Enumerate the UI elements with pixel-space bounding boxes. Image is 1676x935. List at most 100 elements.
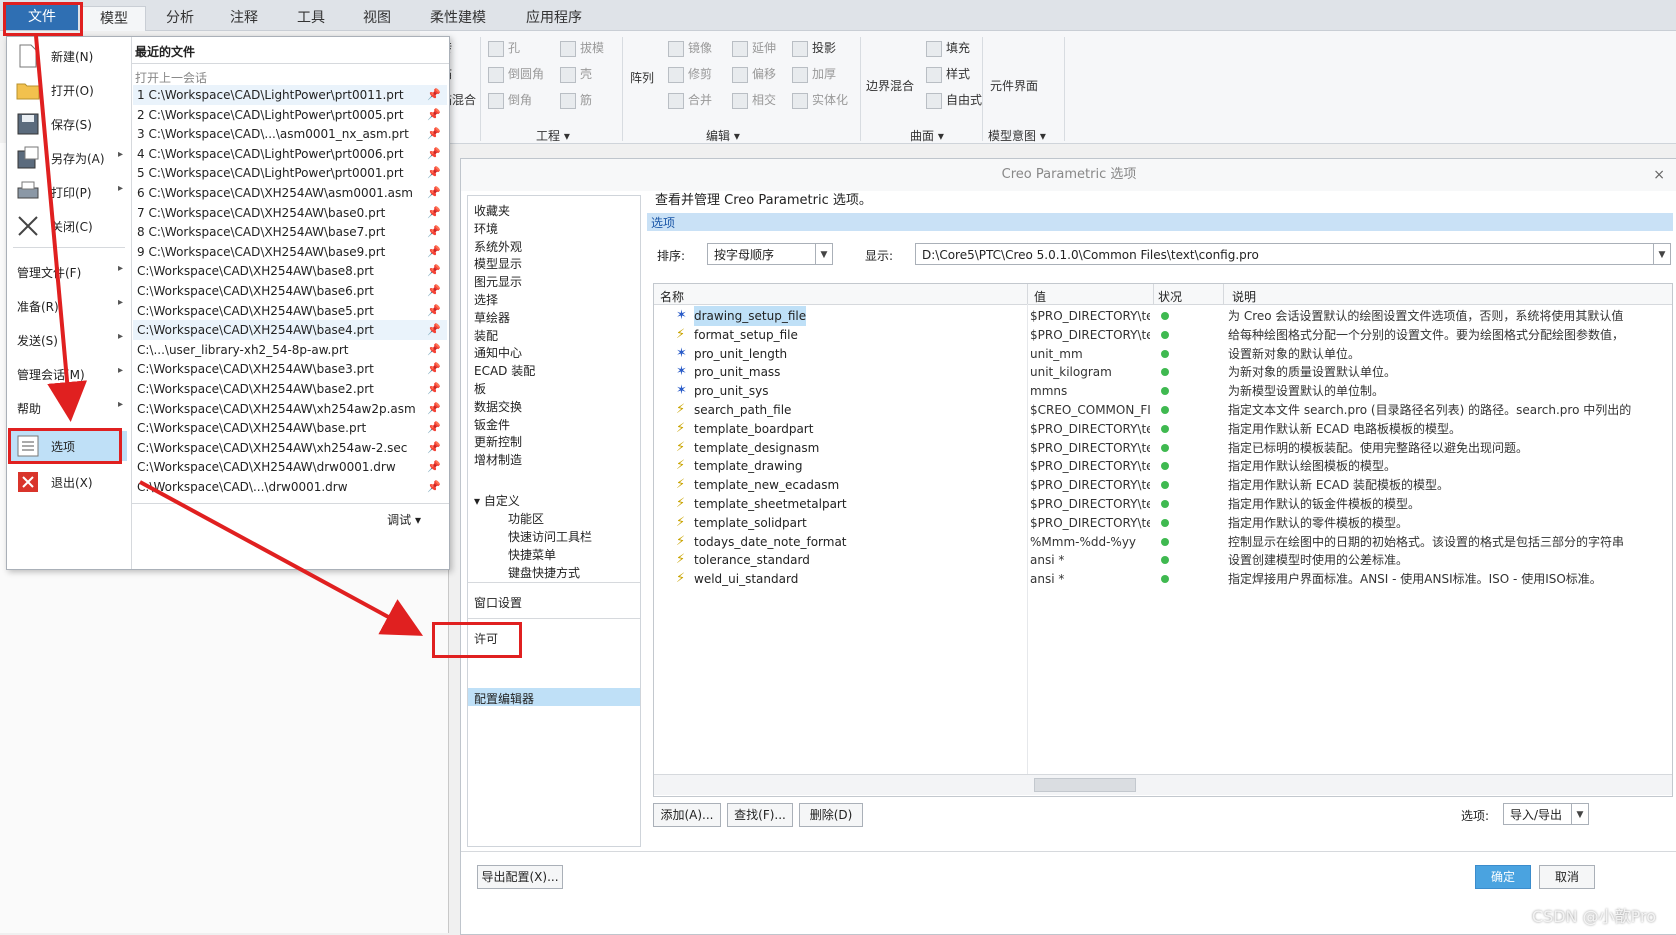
col-value[interactable]: 值	[1034, 288, 1046, 305]
open-last-session[interactable]: 打开上一会话	[135, 69, 207, 86]
nav-item[interactable]: 选择	[474, 291, 498, 308]
nav-config-editor[interactable]: 配置编辑器	[474, 690, 534, 707]
nav-custom[interactable]: ▾ 自定义	[474, 492, 520, 509]
tab-view[interactable]: 视图	[346, 6, 408, 30]
recent-file-item[interactable]: 2 C:\Workspace\CAD\LightPower\prt0005.pr…	[133, 105, 447, 125]
pin-icon[interactable]: 📌	[427, 320, 441, 340]
pin-icon[interactable]: 📌	[427, 457, 441, 477]
pattern-button[interactable]: 阵列	[630, 69, 654, 86]
recent-file-item[interactable]: C:\Workspace\CAD\XH254AW\base2.prt 📌	[133, 379, 447, 399]
tab-tools[interactable]: 工具	[280, 6, 342, 30]
recent-file-item[interactable]: 3 C:\Workspace\CAD\...\asm0001_nx_asm.pr…	[133, 124, 447, 144]
tab-applications[interactable]: 应用程序	[508, 6, 600, 30]
nav-license[interactable]: 许可	[474, 630, 498, 647]
pin-icon[interactable]: 📌	[427, 163, 441, 183]
shell-button[interactable]: 壳	[560, 65, 592, 83]
find-button[interactable]: 查找(F)...	[727, 803, 793, 827]
nav-item[interactable]: 收藏夹	[474, 202, 510, 219]
add-button[interactable]: 添加(A)...	[653, 803, 721, 827]
menu-exit[interactable]: 退出(X)	[11, 467, 127, 497]
nav-item[interactable]: 环境	[474, 220, 498, 237]
recent-file-item[interactable]: 6 C:\Workspace\CAD\XH254AW\asm0001.asm 📌	[133, 183, 447, 203]
recent-file-item[interactable]: C:\Workspace\CAD\XH254AW\base8.prt 📌	[133, 261, 447, 281]
solidify-button[interactable]: 实体化	[792, 91, 848, 109]
recent-file-item[interactable]: 8 C:\Workspace\CAD\XH254AW\base7.prt 📌	[133, 222, 447, 242]
merge-button[interactable]: 合并	[668, 91, 712, 109]
nav-sub-item[interactable]: 快速访问工具栏	[508, 528, 592, 545]
menu-manage-session[interactable]: 管理会话(M) ▸	[11, 359, 127, 389]
menu-manage-file[interactable]: 管理文件(F) ▸	[11, 257, 127, 287]
nav-sub-item[interactable]: 快捷菜单	[508, 546, 556, 563]
table-row[interactable]: ⚡ template_sheetmetalpart $PRO_DIRECTORY\t…	[654, 494, 1672, 514]
recent-file-item[interactable]: 9 C:\Workspace\CAD\XH254AW\base9.prt 📌	[133, 242, 447, 262]
pin-icon[interactable]: 📌	[427, 242, 441, 262]
recent-file-item[interactable]: C:\Workspace\CAD\XH254AW\base6.prt 📌	[133, 281, 447, 301]
table-row[interactable]: ⚡ format_setup_file $PRO_DIRECTORY\text 给每种…	[654, 325, 1672, 345]
tab-flexible-modeling[interactable]: 柔性建模	[412, 6, 504, 30]
table-row[interactable]: ⚡ template_drawing $PRO_DIRECTORY\template…	[654, 456, 1672, 476]
tab-model[interactable]: 模型	[82, 6, 146, 31]
recent-file-item[interactable]: C:\Workspace\CAD\XH254AW\drw0001.drw 📌	[133, 457, 447, 477]
pin-icon[interactable]: 📌	[427, 418, 441, 438]
sort-select[interactable]: 按字母顺序 ▼	[707, 243, 833, 265]
tab-annotate[interactable]: 注释	[214, 6, 274, 30]
extend-button[interactable]: 延伸	[732, 39, 776, 57]
pin-icon[interactable]: 📌	[427, 124, 441, 144]
menu-help[interactable]: 帮助 ▸	[11, 393, 127, 423]
round-button[interactable]: 倒圆角	[488, 65, 544, 83]
intersect-button[interactable]: 相交	[732, 91, 776, 109]
table-row[interactable]: ✶ pro_unit_mass unit_kilogram 为新对象的质量设置默认单位…	[654, 362, 1672, 382]
recent-file-item[interactable]: C:\Workspace\CAD\XH254AW\base4.prt 📌	[133, 320, 447, 341]
cancel-button[interactable]: 取消	[1539, 865, 1595, 889]
nav-sub-item[interactable]: 功能区	[508, 510, 544, 527]
import-export-select[interactable]: 导入/导出 ▼	[1503, 803, 1589, 825]
group-engineering[interactable]: 工程 ▾	[536, 127, 570, 144]
nav-item[interactable]: 装配	[474, 327, 498, 344]
delete-button[interactable]: 删除(D)	[799, 803, 863, 827]
pin-icon[interactable]: 📌	[427, 438, 441, 458]
group-edit[interactable]: 编辑 ▾	[706, 127, 740, 144]
tab-file[interactable]: 文件	[6, 4, 78, 30]
nav-item[interactable]: 钣金件	[474, 416, 510, 433]
pin-icon[interactable]: 📌	[427, 203, 441, 223]
pin-icon[interactable]: 📌	[427, 379, 441, 399]
boundary-blend-button[interactable]: 边界混合	[866, 77, 914, 94]
project-button[interactable]: 投影	[792, 39, 836, 57]
group-surfaces[interactable]: 曲面 ▾	[910, 127, 944, 144]
pin-icon[interactable]: 📌	[427, 105, 441, 125]
nav-item[interactable]: 数据交换	[474, 398, 522, 415]
component-interface-button[interactable]: 元件界面	[990, 77, 1038, 94]
col-description[interactable]: 说明	[1232, 288, 1256, 305]
debug-menu[interactable]: 调试 ▾	[387, 511, 421, 528]
table-row[interactable]: ⚡ template_solidpart $PRO_DIRECTORY\templa…	[654, 513, 1672, 533]
table-row[interactable]: ⚡ template_new_ecadasm $PRO_DIRECTORY\temp…	[654, 475, 1672, 495]
table-row[interactable]: ✶ pro_unit_sys mmns 为新模型设置默认的单位制。	[654, 381, 1672, 401]
pin-icon[interactable]: 📌	[427, 144, 441, 164]
ok-button[interactable]: 确定	[1475, 865, 1531, 889]
config-file-select[interactable]: D:\Core5\PTC\Creo 5.0.1.0\Common Files\t…	[915, 243, 1671, 265]
fill-button[interactable]: 填充	[926, 39, 970, 57]
recent-file-item[interactable]: C:\Workspace\CAD\XH254AW\base3.prt 📌	[133, 359, 447, 379]
trim-button[interactable]: 修剪	[668, 65, 712, 83]
col-name[interactable]: 名称	[660, 288, 684, 305]
col-status[interactable]: 状况	[1158, 288, 1182, 305]
menu-prepare[interactable]: 准备(R) ▸	[11, 291, 127, 321]
group-model-intent[interactable]: 模型意图 ▾	[988, 127, 1046, 144]
offset-button[interactable]: 偏移	[732, 65, 776, 83]
nav-item[interactable]: 系统外观	[474, 238, 522, 255]
nav-window-settings[interactable]: 窗口设置	[474, 594, 522, 611]
tab-analysis[interactable]: 分析	[150, 6, 210, 30]
nav-item[interactable]: 草绘器	[474, 309, 510, 326]
menu-save[interactable]: 保存(S)	[11, 109, 127, 139]
mirror-button[interactable]: 镜像	[668, 39, 712, 57]
table-row[interactable]: ⚡ template_boardpart $PRO_DIRECTORY\templa…	[654, 419, 1672, 439]
recent-file-item[interactable]: 7 C:\Workspace\CAD\XH254AW\base0.prt 📌	[133, 203, 447, 223]
export-config-button[interactable]: 导出配置(X)...	[477, 865, 563, 889]
nav-item[interactable]: 模型显示	[474, 255, 522, 272]
recent-file-item[interactable]: C:\Workspace\CAD\XH254AW\base.prt 📌	[133, 418, 447, 438]
menu-save-as[interactable]: 另存为(A) ▸	[11, 143, 127, 173]
pin-icon[interactable]: 📌	[427, 281, 441, 301]
table-row[interactable]: ⚡ template_designasm $PRO_DIRECTORY\templa…	[654, 438, 1672, 458]
horizontal-scrollbar[interactable]	[654, 774, 1672, 795]
table-row[interactable]: ⚡ search_path_file $CREO_COMMON_FILES 指定文本文…	[654, 400, 1672, 420]
